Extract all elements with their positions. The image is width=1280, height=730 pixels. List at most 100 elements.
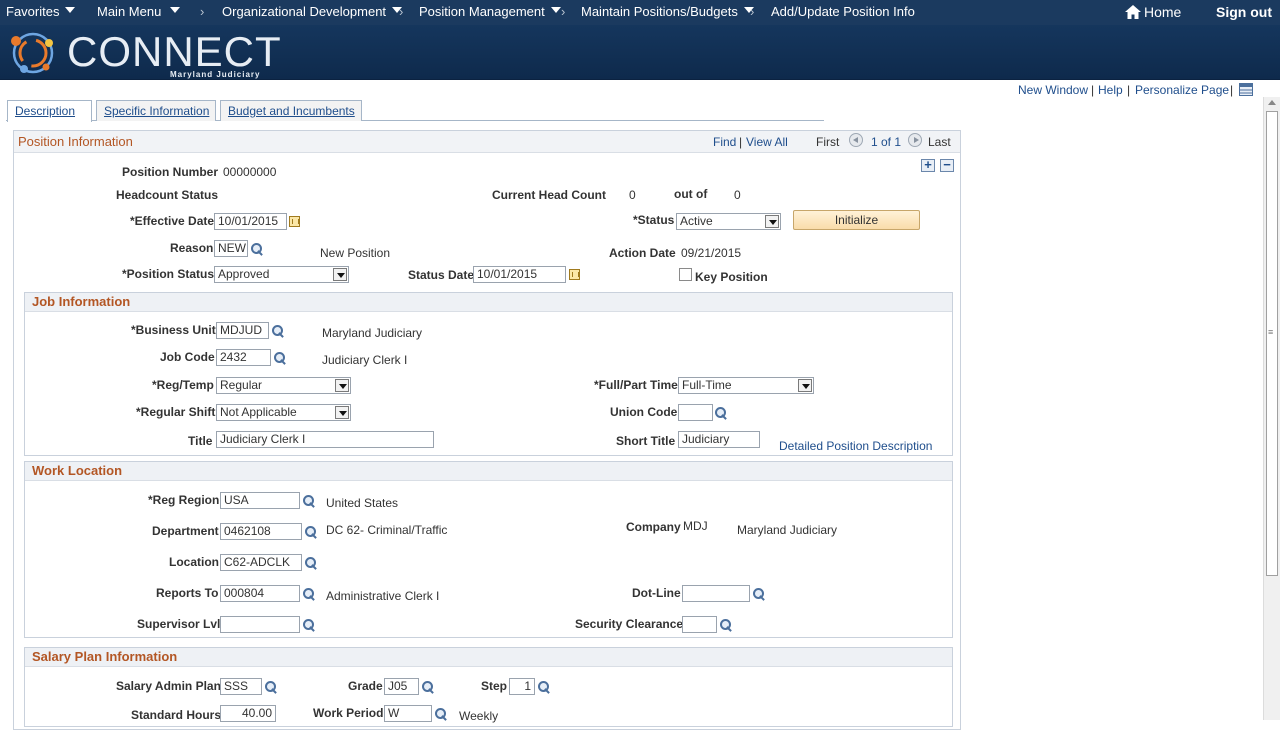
scroll-up-icon[interactable]	[1268, 100, 1276, 105]
connect-logo-icon	[11, 32, 54, 74]
out-of-value: 0	[734, 188, 741, 202]
action-date-label: Action Date	[609, 246, 676, 260]
delete-row-button[interactable]: −	[940, 158, 954, 172]
job-code-field[interactable]: 2432	[216, 349, 271, 366]
find-link[interactable]: Find	[713, 135, 736, 149]
view-all-link[interactable]: View All	[746, 135, 788, 149]
key-position-checkbox[interactable]	[679, 268, 692, 281]
reg-temp-label: *Reg/Temp	[152, 378, 214, 392]
link-separator: |	[1091, 83, 1095, 97]
effective-date-field[interactable]: 10/01/2015	[214, 213, 287, 230]
help-link[interactable]: Help	[1098, 83, 1123, 97]
breadcrumb-maintain[interactable]: Maintain Positions/Budgets	[581, 4, 754, 21]
section-header: Job Information	[25, 293, 952, 312]
reports-to-description: Administrative Clerk I	[326, 589, 440, 603]
favorites-menu[interactable]: Favorites	[6, 4, 76, 21]
status-date-field[interactable]: 10/01/2015	[473, 266, 566, 283]
search-icon[interactable]	[421, 680, 435, 694]
section-header: Work Location	[25, 462, 952, 481]
status-selected-value: Active	[680, 214, 713, 228]
section-title: Work Location	[32, 463, 123, 478]
security-clearance-field[interactable]	[682, 616, 717, 633]
section-header: Salary Plan Information	[25, 648, 952, 667]
search-icon[interactable]	[752, 587, 766, 601]
position-status-select[interactable]: Approved	[214, 266, 349, 283]
next-row-icon[interactable]	[908, 133, 922, 147]
work-period-field[interactable]: W	[384, 705, 432, 722]
status-date-label: Status Date	[408, 268, 475, 282]
search-icon[interactable]	[714, 406, 728, 420]
salary-admin-plan-field[interactable]: SSS	[220, 678, 262, 695]
search-icon[interactable]	[537, 680, 551, 694]
title-field[interactable]: Judiciary Clerk I	[216, 431, 434, 448]
status-label: *Status	[633, 213, 675, 227]
detailed-position-description-link[interactable]: Detailed Position Description	[779, 439, 932, 453]
step-field[interactable]: 1	[509, 678, 535, 695]
brand-subtitle: Maryland Judiciary	[170, 70, 261, 79]
sign-out-link[interactable]: Sign out	[1216, 4, 1272, 20]
dot-line-label: Dot-Line	[632, 586, 681, 600]
chevron-down-icon[interactable]	[333, 268, 347, 281]
full-part-time-select[interactable]: Full-Time	[678, 377, 814, 394]
work-period-description: Weekly	[459, 709, 499, 723]
add-row-button[interactable]: +	[921, 158, 935, 172]
vertical-scrollbar[interactable]: ≡	[1263, 97, 1280, 720]
breadcrumb-org-dev[interactable]: Organizational Development	[222, 4, 403, 21]
main-menu[interactable]: Main Menu	[97, 4, 181, 21]
dot-line-field[interactable]	[682, 585, 750, 602]
search-icon[interactable]	[250, 242, 264, 256]
tab-description[interactable]: Description	[7, 100, 92, 122]
chevron-down-icon[interactable]	[765, 215, 779, 228]
short-title-field[interactable]: Judiciary	[678, 431, 760, 448]
full-part-time-selected-value: Full-Time	[682, 378, 732, 392]
reg-temp-select[interactable]: Regular	[216, 377, 351, 394]
reg-region-field[interactable]: USA	[220, 492, 300, 509]
reports-to-field[interactable]: 000804	[220, 585, 300, 602]
calendar-icon[interactable]	[289, 216, 300, 227]
search-icon[interactable]	[434, 707, 448, 721]
brand-name: CONNECT	[67, 28, 282, 75]
breadcrumb-position-mgmt[interactable]: Position Management	[419, 4, 561, 21]
home-link[interactable]: Home	[1125, 4, 1181, 20]
regular-shift-select[interactable]: Not Applicable	[216, 404, 351, 421]
search-icon[interactable]	[304, 556, 318, 570]
reg-region-label: *Reg Region	[148, 493, 220, 507]
standard-hours-field[interactable]: 40.00	[220, 705, 276, 722]
chevron-down-icon[interactable]	[335, 379, 349, 392]
headcount-status-label: Headcount Status	[116, 188, 219, 202]
calendar-icon[interactable]	[569, 269, 580, 280]
search-icon[interactable]	[273, 351, 287, 365]
union-code-label: Union Code	[610, 405, 678, 419]
page-layout-icon[interactable]	[1239, 83, 1253, 96]
chevron-down-icon[interactable]	[335, 406, 349, 419]
scrollbar-thumb[interactable]	[1266, 111, 1278, 576]
business-unit-description: Maryland Judiciary	[322, 326, 423, 340]
department-field[interactable]: 0462108	[220, 523, 302, 540]
business-unit-field[interactable]: MDJUD	[216, 322, 269, 339]
status-select[interactable]: Active	[676, 213, 781, 230]
union-code-field[interactable]	[678, 404, 713, 421]
search-icon[interactable]	[264, 680, 278, 694]
search-icon[interactable]	[271, 324, 285, 338]
chevron-down-icon[interactable]	[798, 379, 812, 392]
supervisor-level-field[interactable]	[220, 616, 300, 633]
search-icon[interactable]	[302, 587, 316, 601]
new-window-link[interactable]: New Window	[1018, 83, 1088, 97]
search-icon[interactable]	[719, 618, 733, 632]
tab-specific-information[interactable]: Specific Information	[96, 100, 216, 121]
grade-field[interactable]: J05	[384, 678, 419, 695]
search-icon[interactable]	[304, 525, 318, 539]
step-label: Step	[481, 679, 508, 693]
location-field[interactable]: C62-ADCLK	[220, 554, 302, 571]
personalize-page-link[interactable]: Personalize Page	[1135, 83, 1229, 97]
search-icon[interactable]	[302, 618, 316, 632]
tab-budget-and-incumbents[interactable]: Budget and Incumbents	[220, 100, 362, 121]
previous-row-icon[interactable]	[849, 133, 863, 147]
work-location-section: Work Location	[24, 461, 953, 638]
search-icon[interactable]	[302, 494, 316, 508]
breadcrumb-add-update[interactable]: Add/Update Position Info	[771, 4, 915, 21]
panel-header: Position Information Find | View All Fir…	[14, 131, 960, 153]
position-number-value: 00000000	[223, 165, 277, 179]
reason-field[interactable]: NEW	[214, 240, 248, 257]
initialize-button[interactable]: Initialize	[793, 210, 920, 230]
